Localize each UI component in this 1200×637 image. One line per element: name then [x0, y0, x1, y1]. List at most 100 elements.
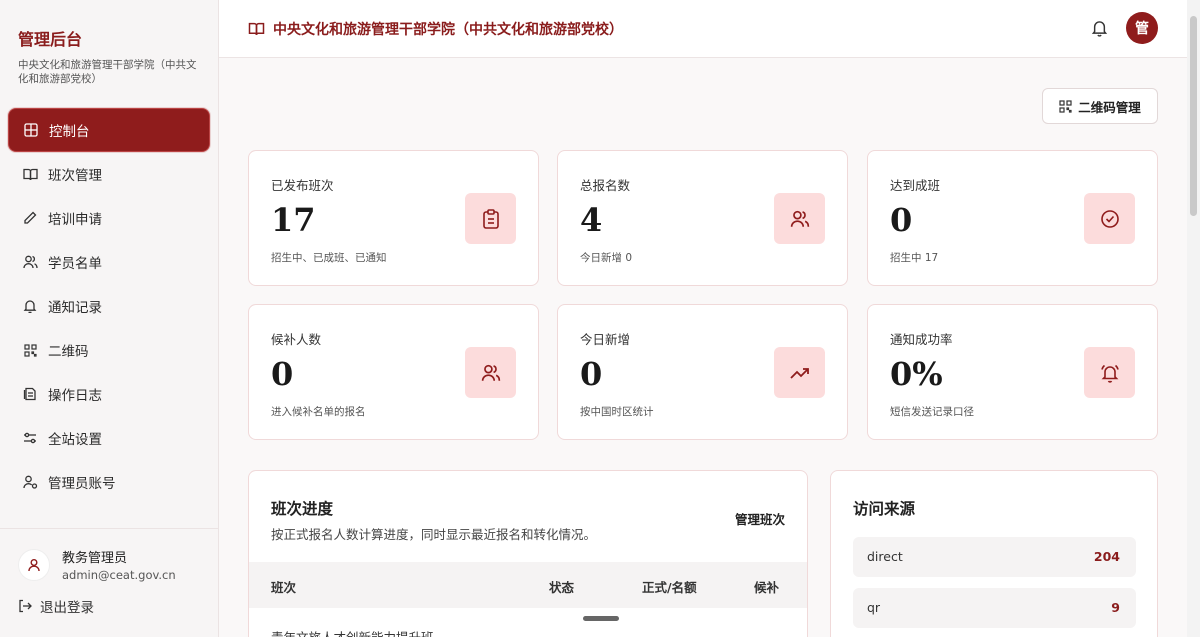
- stat-label: 达到成班: [890, 178, 941, 193]
- column-header-waitlist[interactable]: 候补: [754, 577, 779, 596]
- sidebar-item-notifications[interactable]: 通知记录: [8, 284, 210, 328]
- dashboard-icon: [23, 122, 39, 138]
- clipboard-icon: [465, 193, 516, 244]
- top-header: 中央文化和旅游管理干部学院（中共文化和旅游部党校） 管: [219, 0, 1187, 58]
- panel-title: 班次进度: [271, 500, 334, 518]
- sidebar-item-label: 操作日志: [48, 388, 102, 404]
- sidebar-item-settings[interactable]: 全站设置: [8, 416, 210, 460]
- log-icon: [22, 386, 38, 402]
- trending-up-icon: [774, 347, 825, 398]
- logout-icon: [18, 599, 32, 613]
- manage-classes-link[interactable]: 管理班次: [735, 509, 785, 528]
- logout-label: 退出登录: [40, 600, 94, 616]
- column-header-status[interactable]: 状态: [549, 577, 574, 596]
- panel-title: 访问来源: [853, 500, 916, 518]
- user-icon: [28, 558, 40, 571]
- stat-label: 已发布班次: [271, 178, 334, 193]
- logout-button[interactable]: 退出登录: [0, 582, 219, 616]
- sidebar-item-label: 通知记录: [48, 300, 102, 316]
- qr-code-icon: [1059, 99, 1072, 113]
- sidebar-nav: 控制台 班次管理 培训申请 学员名单 通知记录 二维码 操作日志 全站设置 管理…: [8, 108, 210, 504]
- sidebar-item-label: 管理员账号: [48, 476, 116, 492]
- sidebar-item-classes[interactable]: 班次管理: [8, 152, 210, 196]
- stat-label: 通知成功率: [890, 332, 953, 347]
- stat-note: 短信发送记录口径: [890, 406, 974, 418]
- source-name: direct: [867, 549, 903, 564]
- sidebar-footer: 教务管理员 admin@ceat.gov.cn 退出登录: [0, 528, 219, 616]
- users-icon: [774, 193, 825, 244]
- sidebar-item-qrcode[interactable]: 二维码: [8, 328, 210, 372]
- book-icon: [22, 166, 38, 182]
- bell-ring-icon: [1084, 347, 1135, 398]
- sidebar-item-label: 全站设置: [48, 432, 102, 448]
- settings-icon: [22, 430, 38, 446]
- qr-management-button[interactable]: 二维码管理: [1042, 88, 1158, 124]
- brand-subtitle: 中央文化和旅游管理干部学院（中共文化和旅游部党校）: [18, 59, 197, 85]
- bell-icon: [22, 298, 38, 314]
- stat-note: 招生中、已成班、已通知: [271, 252, 387, 264]
- scrollbar-thumb[interactable]: [1190, 16, 1197, 216]
- stat-card-published-classes: 已发布班次 17 招生中、已成班、已通知: [248, 150, 539, 286]
- sidebar-item-logs[interactable]: 操作日志: [8, 372, 210, 416]
- stat-value: 0: [890, 201, 913, 239]
- current-user: 教务管理员 admin@ceat.gov.cn: [0, 529, 219, 582]
- users-icon: [22, 254, 38, 270]
- stat-label: 总报名数: [580, 178, 631, 193]
- user-avatar: [18, 548, 50, 581]
- brand-title: 管理后台: [18, 30, 83, 49]
- sidebar-item-label: 培训申请: [48, 212, 102, 228]
- check-circle-icon: [1084, 193, 1135, 244]
- source-count: 9: [1111, 600, 1120, 615]
- page-title: 中央文化和旅游管理干部学院（中共文化和旅游部党校）: [248, 19, 623, 39]
- qr-code-icon: [22, 342, 38, 358]
- stat-note: 今日新增 0: [580, 252, 633, 264]
- class-progress-panel: 班次进度 按正式报名人数计算进度，同时显示最近报名和转化情况。 管理班次 班次 …: [248, 470, 808, 637]
- source-name: qr: [867, 600, 881, 615]
- user-name: 教务管理员: [62, 551, 128, 566]
- sidebar: 管理后台 中央文化和旅游管理干部学院（中共文化和旅游部党校） 控制台 班次管理 …: [0, 0, 219, 637]
- admin-icon: [22, 474, 38, 490]
- stat-note: 进入候补名单的报名: [271, 406, 366, 418]
- source-count: 204: [1093, 549, 1120, 564]
- drag-handle[interactable]: [583, 616, 619, 621]
- stat-value: 0: [271, 355, 294, 393]
- traffic-sources-panel: 访问来源 direct 204 qr 9: [830, 470, 1158, 637]
- brand: 管理后台 中央文化和旅游管理干部学院（中共文化和旅游部党校）: [0, 0, 218, 86]
- page-title-text: 中央文化和旅游管理干部学院（中共文化和旅游部党校）: [273, 21, 623, 38]
- panel-description: 按正式报名人数计算进度，同时显示最近报名和转化情况。: [271, 527, 597, 542]
- qr-management-label: 二维码管理: [1078, 99, 1141, 115]
- table-row[interactable]: 青年文旅人才创新能力提升班: [271, 627, 434, 637]
- sidebar-item-admins[interactable]: 管理员账号: [8, 460, 210, 504]
- pencil-icon: [22, 210, 38, 226]
- stat-value: 0: [580, 355, 603, 393]
- sidebar-item-dashboard[interactable]: 控制台: [8, 108, 210, 152]
- stat-label: 候补人数: [271, 332, 322, 347]
- notification-bell-icon[interactable]: [1091, 19, 1108, 37]
- book-icon: [248, 22, 265, 36]
- list-item: direct 204: [853, 537, 1136, 577]
- stat-value: 17: [271, 201, 316, 239]
- sidebar-item-students[interactable]: 学员名单: [8, 240, 210, 284]
- stat-note: 按中国时区统计: [580, 406, 654, 418]
- sidebar-item-applications[interactable]: 培训申请: [8, 196, 210, 240]
- stat-card-notify-success: 通知成功率 0% 短信发送记录口径: [867, 304, 1158, 440]
- sidebar-item-label: 学员名单: [48, 256, 102, 272]
- stat-value: 0%: [890, 355, 943, 393]
- header-avatar[interactable]: 管: [1126, 12, 1158, 44]
- page-scrollbar[interactable]: [1187, 0, 1200, 637]
- stat-card-today-new: 今日新增 0 按中国时区统计: [557, 304, 848, 440]
- user-email: admin@ceat.gov.cn: [62, 568, 176, 582]
- sidebar-item-label: 班次管理: [48, 168, 102, 184]
- sidebar-item-label: 二维码: [48, 344, 89, 360]
- stat-note: 招生中 17: [890, 252, 939, 264]
- stat-card-total-registrations: 总报名数 4 今日新增 0: [557, 150, 848, 286]
- stat-card-classes-formed: 达到成班 0 招生中 17: [867, 150, 1158, 286]
- sidebar-item-label: 控制台: [49, 124, 90, 140]
- stat-card-waitlist: 候补人数 0 进入候补名单的报名: [248, 304, 539, 440]
- users-icon: [465, 347, 516, 398]
- column-header-class[interactable]: 班次: [271, 577, 296, 596]
- stat-value: 4: [580, 201, 603, 239]
- stat-label: 今日新增: [580, 332, 631, 347]
- list-item: qr 9: [853, 588, 1136, 628]
- column-header-quota[interactable]: 正式/名额: [642, 577, 697, 596]
